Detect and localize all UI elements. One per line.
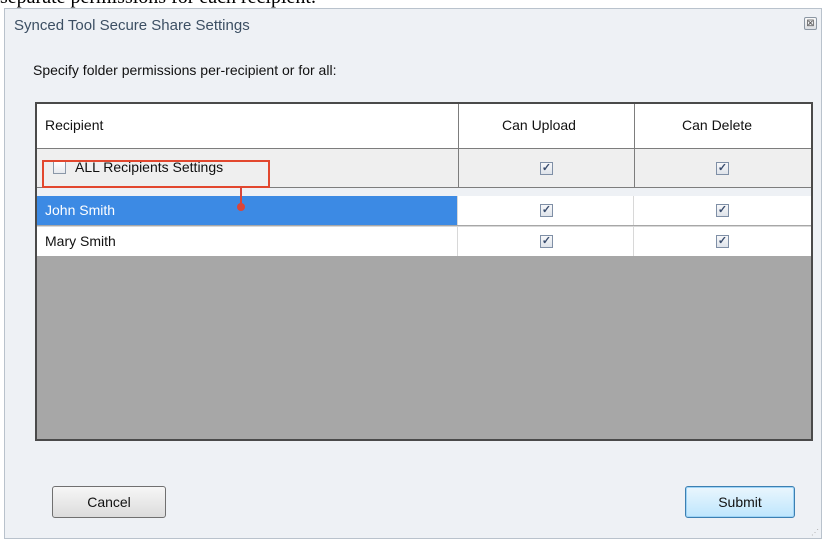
- table-row[interactable]: Mary Smith ✓ ✓: [37, 226, 811, 256]
- header-can-delete[interactable]: Can Delete: [682, 117, 752, 133]
- annotation-highlight-box: [42, 160, 270, 188]
- header-row: Recipient Can Upload Can Delete: [37, 104, 811, 149]
- window-title: Synced Tool Secure Share Settings: [14, 17, 250, 34]
- header-recipient[interactable]: Recipient: [45, 117, 103, 133]
- can-upload-cell: ✓: [458, 196, 634, 225]
- all-can-delete-checkbox[interactable]: ✓: [716, 162, 729, 175]
- instruction-text: Specify folder permissions per-recipient…: [33, 62, 337, 78]
- column-divider: [458, 149, 459, 187]
- recipient-cell[interactable]: John Smith: [37, 196, 458, 225]
- can-delete-cell: ✓: [634, 227, 811, 256]
- permissions-grid: Recipient Can Upload Can Delete ALL Reci…: [35, 102, 813, 441]
- close-icon[interactable]: ⊠: [804, 17, 817, 30]
- title-bar: Synced Tool Secure Share Settings ⊠: [5, 9, 821, 41]
- can-upload-checkbox[interactable]: ✓: [540, 235, 553, 248]
- submit-button[interactable]: Submit: [685, 486, 795, 518]
- column-divider: [458, 104, 459, 148]
- recipient-cell[interactable]: Mary Smith: [37, 227, 458, 256]
- can-delete-cell: ✓: [634, 196, 811, 225]
- recipient-name: John Smith: [45, 202, 116, 218]
- column-divider: [634, 104, 635, 148]
- recipient-name: Mary Smith: [45, 233, 116, 249]
- all-can-upload-checkbox[interactable]: ✓: [540, 162, 553, 175]
- resize-grip-icon[interactable]: ⋰: [811, 528, 819, 537]
- column-divider: [634, 149, 635, 187]
- table-row[interactable]: John Smith ✓ ✓: [37, 196, 811, 225]
- annotation-arrow-head: [237, 203, 245, 211]
- header-can-upload[interactable]: Can Upload: [502, 117, 576, 133]
- can-upload-checkbox[interactable]: ✓: [540, 204, 553, 217]
- cancel-button[interactable]: Cancel: [52, 486, 166, 518]
- can-upload-cell: ✓: [458, 227, 634, 256]
- can-delete-checkbox[interactable]: ✓: [716, 204, 729, 217]
- caption-text-cut: separate permissions for each recipient.: [0, 0, 828, 8]
- secure-share-dialog: Synced Tool Secure Share Settings ⊠ Spec…: [4, 8, 822, 539]
- can-delete-checkbox[interactable]: ✓: [716, 235, 729, 248]
